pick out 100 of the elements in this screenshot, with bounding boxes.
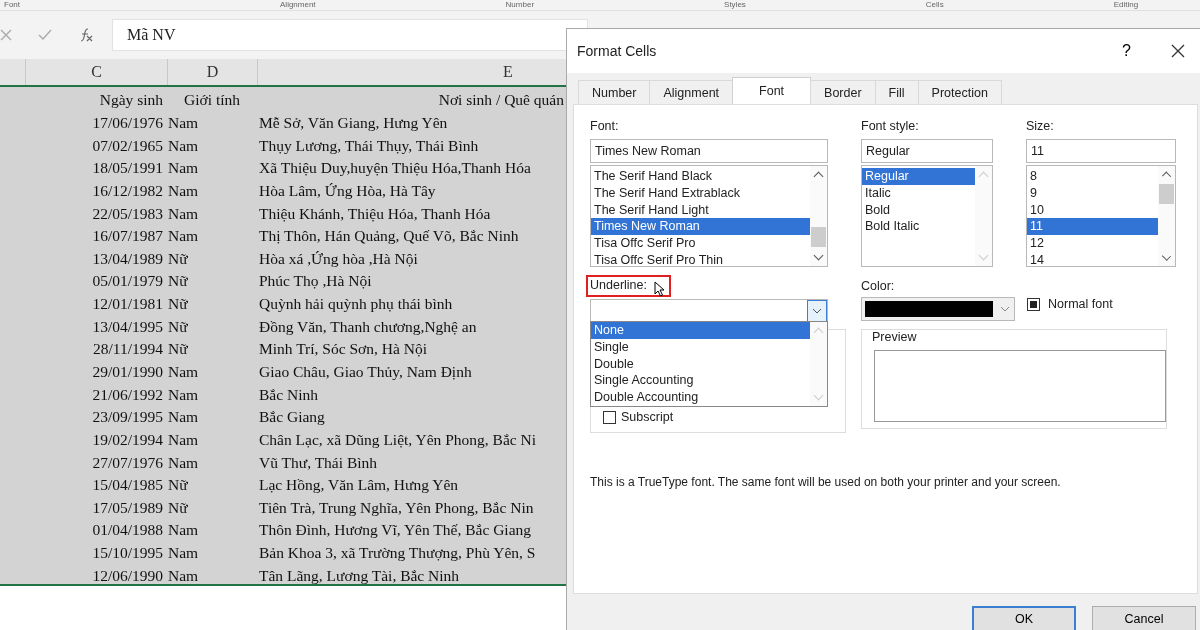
- font-style-option[interactable]: Bold Italic: [862, 218, 975, 236]
- table-cell-text: 19/02/1994: [91, 430, 164, 449]
- table-cell-text: 01/04/1988: [91, 521, 164, 540]
- table-cell-text: Thôn Đình, Hương Vĩ, Yên Thế, Bắc Giang: [258, 521, 533, 540]
- table-cell-text: 12/06/1990: [91, 566, 164, 584]
- font-style-option[interactable]: Regular: [862, 168, 975, 185]
- info-text: This is a TrueType font. The same font will be used on both your printer and your screen.: [590, 475, 1062, 489]
- table-cell-text: Nữ: [167, 340, 189, 359]
- dialog-button[interactable]: Cancel: [1092, 606, 1196, 630]
- table-cell-text: 16/12/1982: [91, 181, 164, 200]
- underline-option[interactable]: Single: [591, 338, 810, 356]
- underline-option[interactable]: Double Accounting: [591, 389, 810, 406]
- color-dropdown[interactable]: [861, 297, 1015, 321]
- column-header[interactable]: C: [26, 59, 168, 85]
- table-cell-text: 07/02/1965: [91, 136, 164, 155]
- size-option[interactable]: 8: [1027, 168, 1158, 185]
- size-option[interactable]: 14: [1027, 252, 1158, 266]
- table-cell-text: Xã Thiệu Duy,huyện Thiệu Hóa,Thanh Hóa: [258, 159, 532, 178]
- table-cell-text: Thị Thôn, Hán Quảng, Quế Võ, Bắc Ninh: [258, 227, 520, 246]
- table-cell-text: Nam: [167, 363, 200, 381]
- ribbon-group-label: Font: [4, 0, 20, 10]
- table-cell-text: 13/04/1989: [91, 249, 164, 268]
- table-cell-text: Giao Châu, Giao Thủy, Nam Định: [258, 363, 473, 381]
- table-cell-text: Nam: [167, 566, 200, 584]
- table-cell-text: Nữ: [167, 295, 189, 314]
- size-option[interactable]: 9: [1027, 184, 1158, 202]
- help-button[interactable]: ?: [1116, 40, 1137, 62]
- underline-option[interactable]: None: [591, 322, 810, 339]
- mouse-cursor-icon: [654, 281, 665, 297]
- size-option[interactable]: 11: [1027, 218, 1158, 236]
- table-cell-text: Thiệu Khánh, Thiệu Hóa, Thanh Hóa: [258, 204, 492, 223]
- table-cell-text: Nam: [167, 181, 200, 200]
- table-cell-text: Hòa xá ,Ứng hòa ,Hà Nội: [258, 249, 419, 268]
- size-field[interactable]: 11: [1026, 139, 1176, 163]
- table-cell-text: 17/06/1976: [91, 113, 164, 132]
- column-header[interactable]: D: [168, 59, 258, 85]
- check-icon[interactable]: [38, 29, 52, 41]
- font-option[interactable]: The Serif Hand Extrablack: [591, 184, 810, 202]
- ribbon-group-label: Alignment: [280, 0, 316, 10]
- table-cell-text: Tân Lãng, Lương Tài, Bắc Ninh: [258, 566, 461, 584]
- table-cell-text: 05/01/1979: [91, 272, 164, 291]
- table-cell-text: Nam: [167, 544, 200, 563]
- size-option[interactable]: 12: [1027, 235, 1158, 252]
- table-cell-text: Nam: [167, 204, 200, 223]
- table-cell-text: Bắc Ninh: [258, 385, 319, 404]
- chevron-down-icon: [1000, 306, 1010, 312]
- table-cell-text: Minh Trí, Sóc Sơn, Hà Nội: [258, 340, 428, 359]
- underline-option[interactable]: Double: [591, 355, 810, 373]
- subscript-checkbox[interactable]: Subscript: [603, 410, 674, 424]
- table-cell-text: Nữ: [167, 272, 189, 291]
- table-cell-text: Nam: [167, 159, 200, 178]
- table-cell-text: 12/01/1981: [91, 295, 164, 314]
- tab[interactable]: Protection: [917, 80, 1002, 104]
- table-cell-text: Nơi sinh / Quê quán: [437, 91, 564, 110]
- scrollbar[interactable]: [810, 166, 827, 266]
- table-cell-text: Nữ: [167, 498, 189, 517]
- font-option[interactable]: Times New Roman: [591, 218, 810, 236]
- close-icon: [1171, 44, 1185, 58]
- table-cell-text: Nam: [167, 408, 200, 427]
- table-cell-text: Nam: [167, 521, 200, 540]
- font-option[interactable]: Tisa Offc Serif Pro Thin: [591, 252, 810, 266]
- table-cell-text: Quỳnh hải quỳnh phụ thái bình: [258, 295, 454, 314]
- font-style-option[interactable]: Italic: [862, 184, 975, 202]
- table-cell-text: 18/05/1991: [91, 159, 164, 178]
- color-label: Color:: [861, 279, 895, 295]
- underline-option[interactable]: Single Accounting: [591, 372, 810, 390]
- table-cell-text: 21/06/1992: [91, 385, 164, 404]
- font-option[interactable]: Tisa Offc Serif Pro: [591, 235, 810, 252]
- font-style-field[interactable]: Regular: [861, 139, 993, 163]
- table-cell-text: Lạc Hồng, Văn Lâm, Hưng Yên: [258, 476, 460, 495]
- table-cell-text: Bắc Giang: [258, 408, 326, 427]
- function-icon[interactable]: [78, 27, 94, 43]
- chevron-down-icon: [812, 308, 822, 314]
- table-cell-text: Thụy Lương, Thái Thụy, Thái Bình: [258, 136, 480, 155]
- tab[interactable]: Font: [732, 77, 812, 104]
- table-cell-text: 23/09/1995: [91, 408, 164, 427]
- font-label: Font:: [590, 119, 619, 135]
- table-cell-text: 29/01/1990: [91, 363, 164, 381]
- font-style-option[interactable]: Bold: [862, 201, 975, 219]
- table-cell-text: Nam: [167, 113, 200, 132]
- table-cell-text: Nam: [167, 453, 200, 472]
- table-cell-text: 15/04/1985: [91, 476, 164, 495]
- normal-font-checkbox[interactable]: Normal font: [1027, 297, 1113, 311]
- table-cell-text: 22/05/1983: [91, 204, 164, 223]
- font-option[interactable]: The Serif Hand Black: [591, 168, 810, 185]
- scrollbar[interactable]: [1158, 166, 1175, 266]
- tab[interactable]: Number: [578, 80, 651, 104]
- table-cell-text: Vũ Thư, Thái Bình: [258, 453, 379, 472]
- dialog-button[interactable]: OK: [972, 606, 1076, 630]
- table-cell-text: Nam: [167, 227, 200, 246]
- font-field[interactable]: Times New Roman: [590, 139, 828, 163]
- table-cell-text: 13/04/1995: [91, 317, 164, 336]
- size-option[interactable]: 10: [1027, 201, 1158, 219]
- table-cell-text: Bản Khoa 3, xã Trường Thượng, Phù Yên, S: [258, 544, 537, 563]
- tab[interactable]: Border: [810, 80, 876, 104]
- ribbon-group-label: Number: [505, 0, 535, 10]
- font-option[interactable]: The Serif Hand Light: [591, 201, 810, 219]
- table-cell-text: Phúc Thọ ,Hà Nội: [258, 272, 373, 291]
- ribbon-group-label: Editing: [1113, 0, 1139, 10]
- table-cell-text: 17/05/1989: [91, 498, 164, 517]
